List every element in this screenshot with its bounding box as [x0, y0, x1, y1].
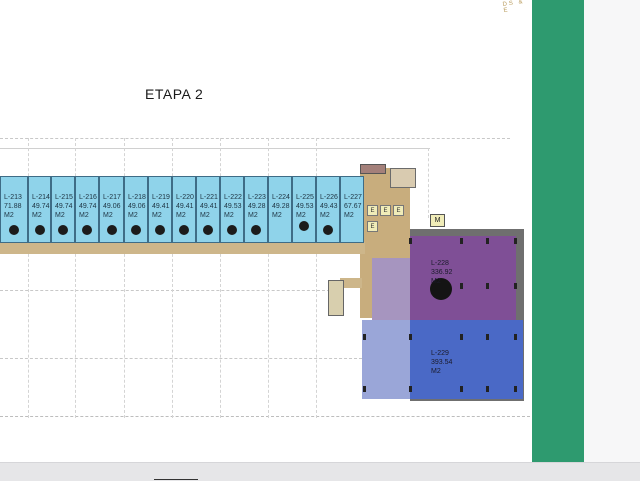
- unit-label: L-219 49.41 M2: [152, 194, 170, 219]
- unit-l-225[interactable]: L-225 49.53 M2: [292, 176, 316, 243]
- unit-l-222[interactable]: L-222 49.53 M2: [220, 176, 244, 243]
- grid-line: [0, 290, 330, 291]
- unit-l-214[interactable]: L-214 49.74 M2: [28, 176, 51, 243]
- column-dot: [203, 225, 213, 235]
- unit-label: L-222 49.53 M2: [224, 194, 242, 219]
- image-viewer: DS & E ETAPA 2 CONEXION CON NIVEL 1 L-21…: [0, 0, 640, 481]
- unit-l-219[interactable]: L-219 49.41 M2: [148, 176, 172, 243]
- unit-label: L-217 49.06 M2: [103, 194, 121, 219]
- structural-column: [409, 334, 412, 340]
- structural-column: [460, 386, 463, 392]
- plan-title: ETAPA 2: [145, 86, 204, 102]
- column-dot: [34, 225, 45, 235]
- unit-label: L-214 49.74 M2: [32, 194, 50, 219]
- bottom-toolbar: [0, 462, 640, 481]
- structural-column: [363, 334, 366, 340]
- column-dot: [155, 225, 165, 235]
- structural-column: [486, 283, 489, 289]
- unit-l-228[interactable]: [410, 236, 516, 320]
- elevator-icon: E: [393, 205, 404, 216]
- unit-l-228-annex[interactable]: [372, 258, 410, 322]
- unit-label: L-225 49.53 M2: [296, 194, 314, 219]
- grid-line: [0, 358, 362, 359]
- grid-line: [428, 148, 429, 218]
- m-room: M: [430, 214, 445, 227]
- unit-l-216[interactable]: L-216 49.74 M2: [75, 176, 99, 243]
- column-dot: [251, 225, 261, 235]
- unit-label: L-224 49.28 M2: [272, 194, 290, 219]
- grid-line: [0, 148, 430, 149]
- elevator-icon: E: [380, 205, 391, 216]
- unit-label: L-227 67.67 M2: [344, 194, 362, 219]
- corridor: [0, 242, 365, 254]
- stair-icon: [328, 280, 344, 316]
- logo-text: DS & E: [502, 0, 525, 14]
- structural-column: [460, 334, 463, 340]
- structural-column: [460, 283, 463, 289]
- unit-label: L-215 49.74 M2: [55, 194, 73, 219]
- structural-column: [409, 386, 412, 392]
- unit-l-227[interactable]: L-227 67.67 M2: [340, 176, 364, 243]
- structural-column: [514, 334, 517, 340]
- structural-column: [460, 238, 463, 244]
- unit-l-215[interactable]: L-215 49.74 M2: [51, 176, 75, 243]
- elevator-icon: E: [367, 205, 378, 216]
- column-dot: [106, 225, 117, 235]
- column-dot: [179, 225, 189, 235]
- unit-l-224[interactable]: L-224 49.28 M2: [268, 176, 292, 243]
- elevator-icon: E: [367, 221, 378, 232]
- structural-column: [409, 238, 412, 244]
- side-panel: [532, 0, 584, 462]
- unit-label: L-226 49.43 M2: [320, 194, 338, 219]
- unit-l-223[interactable]: L-223 49.28 M2: [244, 176, 268, 243]
- grid-line: [0, 138, 510, 139]
- floor-plan[interactable]: DS & E ETAPA 2 CONEXION CON NIVEL 1 L-21…: [0, 0, 532, 462]
- column-dot: [9, 225, 19, 235]
- unit-l-218[interactable]: L-218 49.06 M2: [124, 176, 148, 243]
- structural-column: [514, 238, 517, 244]
- unit-label: L-213 71.88 M2: [4, 194, 22, 219]
- column-dot: [227, 225, 237, 235]
- unit-label: L-223 49.28 M2: [248, 194, 266, 219]
- structural-column: [514, 386, 517, 392]
- unit-label: L-218 49.06 M2: [128, 194, 146, 219]
- column-dot: [131, 225, 141, 235]
- unit-l-226[interactable]: L-226 49.43 M2: [316, 176, 340, 243]
- column-dot: [299, 221, 309, 231]
- unit-l-217[interactable]: L-217 49.06 M2: [99, 176, 124, 243]
- unit-l-229-annex[interactable]: [362, 320, 410, 399]
- stair-icon: [390, 168, 416, 188]
- unit-l-221[interactable]: L-221 49.41 M2: [196, 176, 220, 243]
- unit-l-220[interactable]: L-220 49.41 M2: [172, 176, 196, 243]
- unit-label: L-220 49.41 M2: [176, 194, 194, 219]
- unit-label: L-229 393.54 M2: [431, 350, 453, 375]
- unit-label: L-228 336.92 M2: [431, 260, 453, 285]
- service-room: [360, 164, 386, 174]
- structural-column: [486, 238, 489, 244]
- unit-l-229[interactable]: [410, 320, 523, 399]
- column-dot: [323, 225, 333, 235]
- column-dot: [82, 225, 92, 235]
- unit-label: L-216 49.74 M2: [79, 194, 97, 219]
- structural-column: [486, 334, 489, 340]
- unit-label: L-221 49.41 M2: [200, 194, 218, 219]
- viewer-margin: [584, 0, 640, 462]
- structural-column: [486, 386, 489, 392]
- structural-column: [514, 283, 517, 289]
- unit-l-213[interactable]: L-213 71.88 M2: [0, 176, 28, 243]
- structural-column: [363, 386, 366, 392]
- grid-line: [0, 416, 530, 417]
- column-dot: [58, 225, 68, 235]
